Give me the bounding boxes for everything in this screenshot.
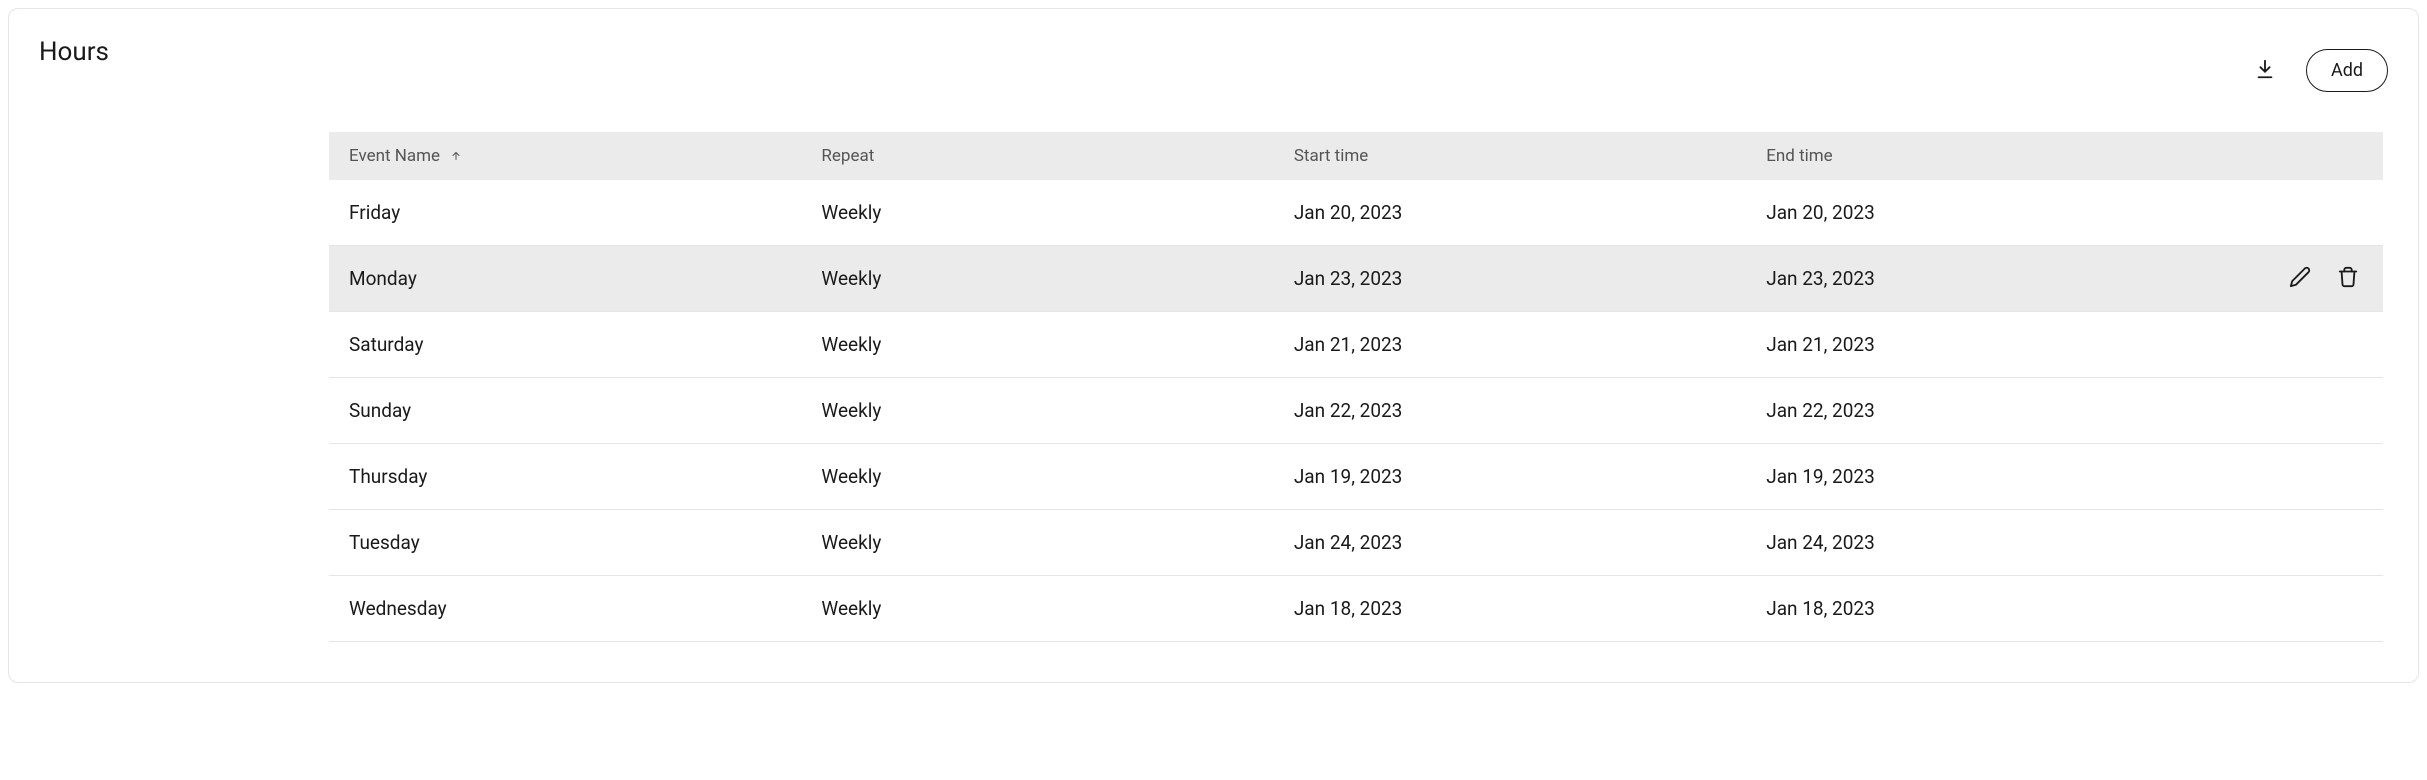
- hours-card: Hours Add Event Name: [8, 8, 2419, 683]
- table-row[interactable]: WednesdayWeeklyJan 18, 2023Jan 18, 2023: [329, 576, 2383, 642]
- column-label: End time: [1766, 146, 1832, 166]
- table-row[interactable]: SundayWeeklyJan 22, 2023Jan 22, 2023: [329, 378, 2383, 444]
- cell-event-name: Monday: [329, 246, 801, 312]
- cell-start-time: Jan 23, 2023: [1274, 246, 1746, 312]
- column-header-repeat[interactable]: Repeat: [801, 132, 1273, 180]
- cell-event-name: Wednesday: [329, 576, 801, 642]
- column-header-end-time[interactable]: End time: [1746, 132, 2218, 180]
- cell-event-name: Friday: [329, 180, 801, 246]
- hours-table: Event Name Repeat: [329, 132, 2383, 642]
- header-actions: Add: [2248, 49, 2388, 92]
- table-row[interactable]: MondayWeeklyJan 23, 2023Jan 23, 2023: [329, 246, 2383, 312]
- cell-start-time: Jan 21, 2023: [1274, 312, 1746, 378]
- cell-end-time: Jan 20, 2023: [1746, 180, 2218, 246]
- cell-repeat: Weekly: [801, 246, 1273, 312]
- cell-end-time: Jan 21, 2023: [1746, 312, 2218, 378]
- cell-start-time: Jan 24, 2023: [1274, 510, 1746, 576]
- cell-start-time: Jan 22, 2023: [1274, 378, 1746, 444]
- column-header-start-time[interactable]: Start time: [1274, 132, 1746, 180]
- row-actions: [2239, 262, 2363, 295]
- column-header-event-name[interactable]: Event Name: [329, 132, 801, 180]
- column-header-actions: [2219, 132, 2383, 180]
- trash-icon: [2337, 266, 2359, 291]
- cell-actions: [2219, 378, 2383, 444]
- cell-repeat: Weekly: [801, 180, 1273, 246]
- cell-event-name: Thursday: [329, 444, 801, 510]
- cell-actions: [2219, 576, 2383, 642]
- cell-end-time: Jan 18, 2023: [1746, 576, 2218, 642]
- download-button[interactable]: [2248, 52, 2282, 89]
- cell-end-time: Jan 22, 2023: [1746, 378, 2218, 444]
- table-row[interactable]: FridayWeeklyJan 20, 2023Jan 20, 2023: [329, 180, 2383, 246]
- cell-end-time: Jan 23, 2023: [1746, 246, 2218, 312]
- delete-button[interactable]: [2333, 262, 2363, 295]
- cell-actions: [2219, 246, 2383, 312]
- cell-end-time: Jan 24, 2023: [1746, 510, 2218, 576]
- download-icon: [2254, 58, 2276, 83]
- cell-repeat: Weekly: [801, 312, 1273, 378]
- cell-repeat: Weekly: [801, 378, 1273, 444]
- table-row[interactable]: ThursdayWeeklyJan 19, 2023Jan 19, 2023: [329, 444, 2383, 510]
- cell-end-time: Jan 19, 2023: [1746, 444, 2218, 510]
- column-label: Start time: [1294, 146, 1368, 166]
- column-label: Repeat: [821, 146, 874, 166]
- cell-repeat: Weekly: [801, 444, 1273, 510]
- cell-start-time: Jan 18, 2023: [1274, 576, 1746, 642]
- table-row[interactable]: SaturdayWeeklyJan 21, 2023Jan 21, 2023: [329, 312, 2383, 378]
- edit-button[interactable]: [2285, 262, 2315, 295]
- cell-event-name: Sunday: [329, 378, 801, 444]
- card-header: Hours Add: [39, 37, 2388, 92]
- cell-start-time: Jan 19, 2023: [1274, 444, 1746, 510]
- table-row[interactable]: TuesdayWeeklyJan 24, 2023Jan 24, 2023: [329, 510, 2383, 576]
- cell-actions: [2219, 444, 2383, 510]
- page-title: Hours: [39, 37, 109, 67]
- table-header-row: Event Name Repeat: [329, 132, 2383, 180]
- cell-actions: [2219, 510, 2383, 576]
- cell-actions: [2219, 312, 2383, 378]
- pencil-icon: [2289, 266, 2311, 291]
- table-container: Event Name Repeat: [329, 132, 2383, 642]
- add-button[interactable]: Add: [2306, 49, 2388, 92]
- cell-actions: [2219, 180, 2383, 246]
- cell-repeat: Weekly: [801, 576, 1273, 642]
- cell-event-name: Tuesday: [329, 510, 801, 576]
- cell-repeat: Weekly: [801, 510, 1273, 576]
- cell-event-name: Saturday: [329, 312, 801, 378]
- cell-start-time: Jan 20, 2023: [1274, 180, 1746, 246]
- column-label: Event Name: [349, 146, 440, 166]
- sort-ascending-icon: [450, 150, 462, 162]
